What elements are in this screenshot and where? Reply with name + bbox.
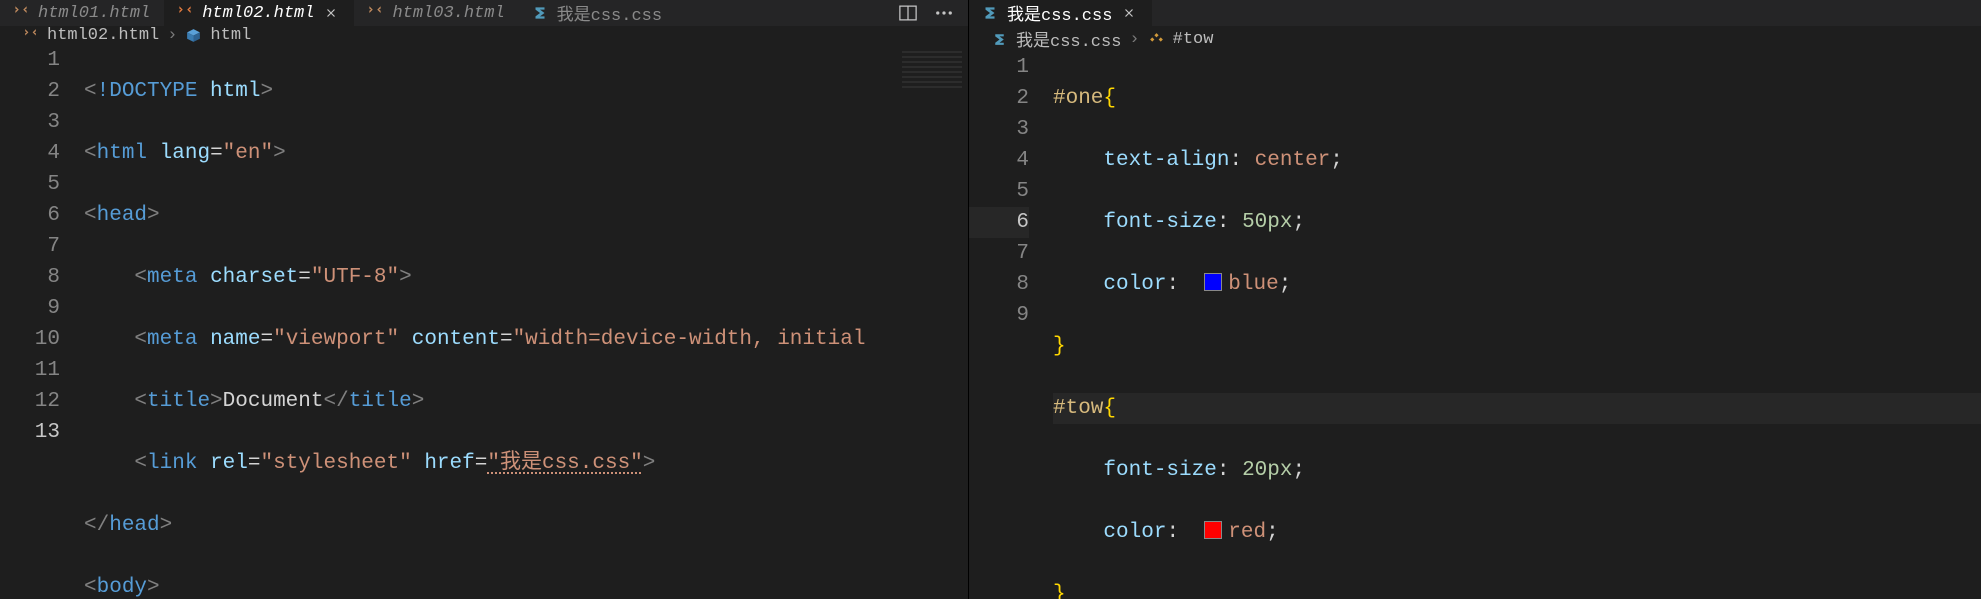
chevron-right-icon: › <box>1129 30 1139 49</box>
breadcrumb-file: 我是css.css <box>1016 26 1121 52</box>
tab-css-left[interactable]: 我是css.css <box>519 0 676 26</box>
code-right[interactable]: #one{ text-align: center; font-size: 50p… <box>1053 52 1981 599</box>
css-file-icon <box>991 31 1008 48</box>
editor-left[interactable]: 12345678910111213 <!DOCTYPE html> <html … <box>0 45 968 599</box>
code-left[interactable]: <!DOCTYPE html> <html lang="en"> <head> … <box>84 45 968 599</box>
html-file-icon <box>366 4 384 22</box>
tab-bar-right: 我是css.css <box>969 0 1981 26</box>
tab-css-right[interactable]: 我是css.css <box>969 0 1152 26</box>
tab-label: 我是css.css <box>557 0 662 26</box>
tabbar-actions <box>898 3 968 23</box>
editor-group-right: 我是css.css 我是css.css › #tow 123456789 #on… <box>968 0 1981 599</box>
gutter-right: 123456789 <box>969 52 1053 599</box>
chevron-right-icon: › <box>167 26 177 45</box>
tab-label: 我是css.css <box>1007 0 1112 26</box>
color-swatch-blue <box>1204 273 1222 291</box>
tab-bar-left: html01.html html02.html html03.html 我是cs… <box>0 0 968 26</box>
more-icon[interactable] <box>934 3 954 23</box>
tab-html03[interactable]: html03.html <box>354 0 518 26</box>
html-file-icon <box>12 4 30 22</box>
tab-label: html02.html <box>202 4 314 23</box>
tab-html01[interactable]: html01.html <box>0 0 164 26</box>
breadcrumb-symbol: #tow <box>1173 30 1214 49</box>
breadcrumb-file: html02.html <box>47 26 159 45</box>
html-file-icon <box>22 27 39 44</box>
editor-group-left: html01.html html02.html html03.html 我是cs… <box>0 0 968 599</box>
css-file-icon <box>531 4 549 22</box>
breadcrumb-left[interactable]: html02.html › html <box>0 26 968 45</box>
split-editor-icon[interactable] <box>898 3 918 23</box>
breadcrumb-right[interactable]: 我是css.css › #tow <box>969 26 1981 52</box>
close-icon[interactable] <box>322 6 340 20</box>
close-icon[interactable] <box>1120 6 1138 20</box>
breadcrumb-symbol: html <box>210 26 251 45</box>
symbol-class-icon <box>1148 31 1165 48</box>
minimap-left[interactable] <box>896 45 968 599</box>
editor-right[interactable]: 123456789 #one{ text-align: center; font… <box>969 52 1981 599</box>
symbol-namespace-icon <box>185 27 202 44</box>
css-file-icon <box>981 4 999 22</box>
tab-label: html03.html <box>392 4 504 23</box>
color-swatch-red <box>1204 521 1222 539</box>
gutter-left: 12345678910111213 <box>0 45 84 599</box>
html-file-icon <box>176 4 194 22</box>
tab-label: html01.html <box>38 4 150 23</box>
tab-html02[interactable]: html02.html <box>164 0 354 26</box>
